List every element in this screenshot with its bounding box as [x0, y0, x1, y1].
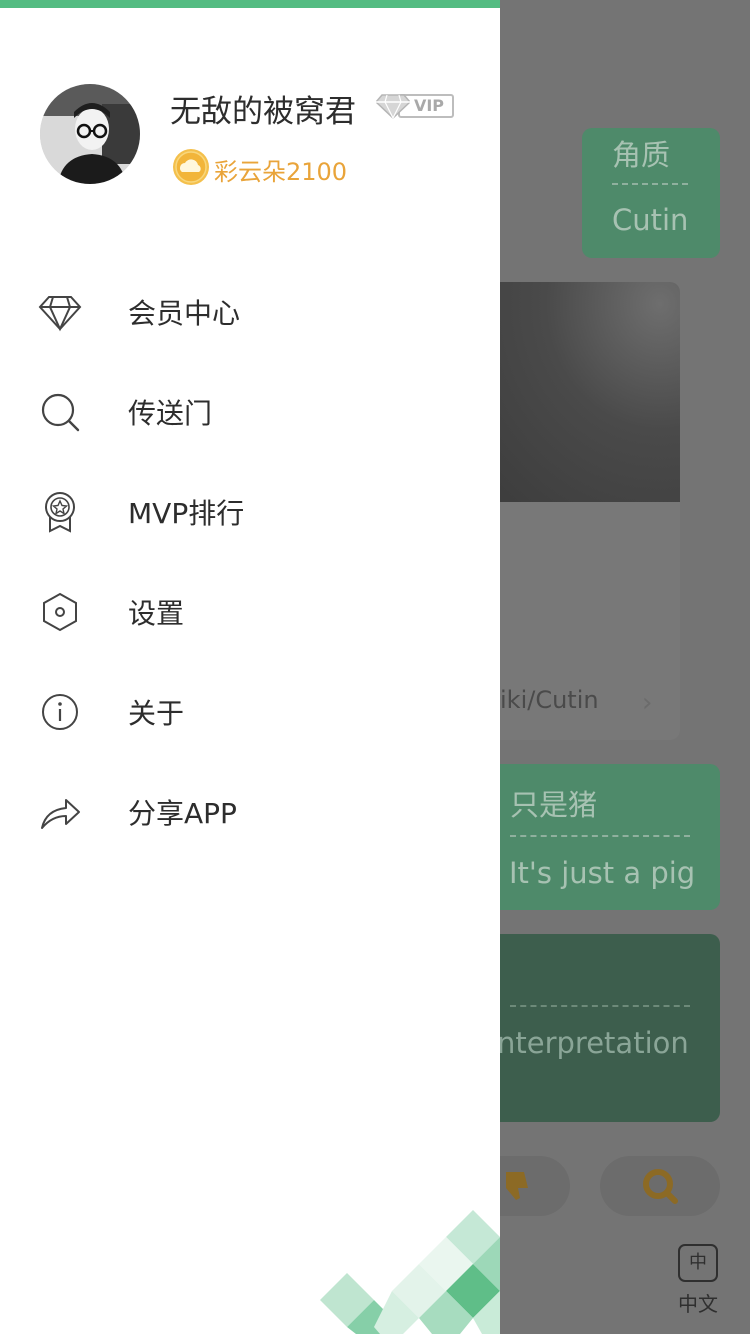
vip-badge: VIP: [376, 93, 454, 119]
image-card-link[interactable]: iki/Cutin: [500, 686, 599, 714]
cloud-coin-icon: [173, 149, 209, 185]
menu-item-label: MVP排行: [128, 497, 245, 530]
menu-item-label: 会员中心: [128, 297, 241, 330]
word-card-divider: [612, 183, 688, 185]
word-card-translation: It's just a pig: [509, 856, 696, 890]
search-button[interactable]: [600, 1156, 720, 1216]
menu-item-settings[interactable]: 设置: [0, 560, 500, 660]
word-card-divider: [510, 835, 690, 837]
menu-item-mvp-ranking[interactable]: MVP排行: [0, 460, 500, 560]
medal-icon: [45, 492, 75, 533]
language-switch[interactable]: 中 中文: [672, 1244, 724, 1317]
image-card-photo: [480, 282, 680, 502]
thumbs-down-icon: [506, 1172, 528, 1200]
search-icon: [41, 393, 80, 432]
language-label: 中文: [678, 1292, 718, 1316]
menu-item-label: 设置: [128, 597, 185, 630]
word-card-divider: [510, 1005, 690, 1007]
word-card-title: 角质: [612, 138, 671, 172]
settings-hexagon-icon: [43, 592, 77, 632]
info-icon: [42, 694, 78, 730]
search-icon: [643, 1169, 678, 1204]
menu-item-share-app[interactable]: 分享APP: [0, 760, 500, 860]
word-card-cutin[interactable]: 角质 Cutin: [582, 128, 720, 258]
menu-item-label: 关于: [128, 697, 185, 730]
username: 无敌的被窝君: [170, 94, 356, 130]
avatar-photo: [40, 84, 140, 184]
word-card-title: 只是猪: [510, 788, 598, 822]
share-arrow-icon: [41, 799, 80, 829]
diamond-icon: [376, 94, 410, 119]
word-card-pig[interactable]: 只是猪 It's just a pig: [480, 764, 720, 910]
menu-item-label: 传送门: [128, 397, 213, 430]
word-card-translation: nterpretation: [497, 1026, 689, 1060]
menu-item-about[interactable]: 关于: [0, 660, 500, 760]
diamond-icon: [38, 296, 82, 332]
word-card-interpretation[interactable]: nterpretation: [480, 934, 720, 1122]
drawer-top-accent-bar: [0, 0, 500, 8]
avatar[interactable]: [40, 84, 140, 184]
language-icon: 中: [678, 1244, 718, 1282]
menu-item-portal[interactable]: 传送门: [0, 360, 500, 460]
side-drawer: 无敌的被窝君 VIP 彩云朵2100 会员中心 传送门 MVP排行 设置 关于 …: [0, 0, 500, 1334]
word-card-translation: Cutin: [612, 203, 689, 237]
cloud-coins-count: 彩云朵2100: [214, 158, 348, 186]
chevron-right-icon: ›: [642, 688, 653, 718]
menu-item-member-center[interactable]: 会员中心: [0, 260, 500, 360]
image-card[interactable]: iki/Cutin ›: [480, 282, 680, 740]
menu-item-label: 分享APP: [128, 797, 237, 830]
decorative-diamond-pattern: [320, 1210, 500, 1334]
